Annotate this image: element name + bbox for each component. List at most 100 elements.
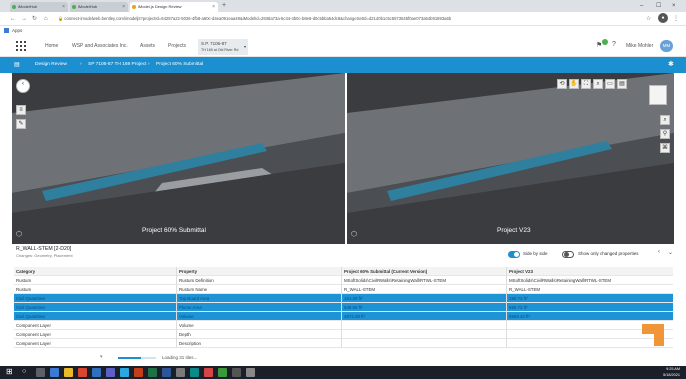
close-tab-icon[interactable]: × — [212, 2, 215, 12]
table-row[interactable]: Component Layer Volume — [14, 321, 673, 330]
project-selector[interactable]: S.P. 7106-87 TH 169 at Old River Rd ▾ — [198, 39, 248, 55]
app-icon-8[interactable] — [134, 368, 143, 377]
viewport-left[interactable]: ‹ ≡ ✎ Project 60% Submittal ⬡ — [12, 73, 345, 244]
column-header-category[interactable]: Category — [16, 267, 35, 276]
table-cell-p: Depth — [179, 332, 191, 337]
minimize-icon[interactable]: – — [640, 0, 643, 12]
tool-view-icon[interactable]: ▤ — [617, 79, 627, 89]
maximize-icon[interactable]: ☐ — [656, 0, 661, 12]
outlook-icon[interactable] — [92, 368, 101, 377]
chevron-left-icon[interactable]: ‹ — [658, 249, 660, 255]
windows-start-icon[interactable]: ⊞ — [6, 367, 13, 376]
menu-icon[interactable]: ⋮ — [673, 14, 679, 24]
close-window-icon[interactable]: × — [672, 0, 676, 12]
new-tab-icon[interactable]: + — [222, 0, 226, 12]
column-divider[interactable] — [506, 267, 507, 348]
side-by-side-toggle[interactable] — [508, 251, 520, 258]
tool-pan-icon[interactable]: ✋ — [569, 79, 579, 89]
chevron-down-icon[interactable]: ⌄ — [668, 249, 673, 256]
column-header-v23[interactable]: Project V23 — [509, 267, 533, 276]
model-render-right — [347, 73, 674, 244]
column-divider[interactable] — [341, 267, 342, 348]
settings-icon[interactable]: ✱ — [668, 57, 674, 73]
comparison-panel: R_WALL-STEM [2-D20] Changes: Geometry, P… — [0, 244, 686, 366]
table-row[interactable]: Civil Quantities Volume 4874.28 ft³ 6559.42… — [14, 312, 673, 321]
chrome-icon[interactable] — [78, 368, 87, 377]
url-field[interactable]: 🔒 connect-imodelweb.bentley.com/imodeljs… — [58, 14, 633, 24]
app-icon-13[interactable] — [204, 368, 213, 377]
notification-badge — [602, 39, 608, 45]
tool-fit-icon[interactable]: ⛶ — [581, 79, 591, 89]
table-row[interactable]: Component Layer Description — [14, 339, 673, 348]
profile-icon[interactable]: ● — [658, 13, 668, 23]
task-view-icon[interactable] — [36, 368, 45, 377]
star-icon[interactable]: ☆ — [646, 14, 651, 24]
camera-icon[interactable]: ⌘ — [660, 143, 670, 153]
browser-tab-3[interactable]: iModel.js Design Review × — [130, 2, 218, 12]
table-row[interactable]: Civil Quantities Plume Area 549.59 ft² 690.… — [14, 303, 673, 312]
back-icon[interactable]: ‹ — [16, 79, 30, 93]
breadcrumb-project[interactable]: SP 7106-87 TH 169 Project — [88, 57, 147, 73]
app-icon-15[interactable] — [232, 368, 241, 377]
walk-icon[interactable]: ⚲ — [660, 129, 670, 139]
column-header-property[interactable]: Property — [179, 267, 197, 276]
app-icon-7[interactable] — [120, 368, 129, 377]
layers-icon[interactable]: ≡ — [16, 105, 26, 115]
table-cell-p: Rustum Name — [179, 287, 208, 292]
measure-icon[interactable]: ✎ — [16, 119, 26, 129]
app-icon-16[interactable] — [246, 368, 255, 377]
column-header-current[interactable]: Project 60% Submittal (Current Version) — [344, 267, 427, 276]
app-icon-11[interactable] — [176, 368, 185, 377]
app-launcher-icon[interactable] — [16, 41, 26, 51]
word-icon[interactable] — [162, 368, 171, 377]
browser-tab-2[interactable]: iModelHub × — [70, 2, 128, 12]
tool-rotate-icon[interactable]: ⟲ — [557, 79, 567, 89]
panel-subtitle: Changes: Geometry, Placement — [16, 253, 73, 258]
panel-title: R_WALL-STEM [2-D20] — [16, 246, 72, 252]
app-icon-14[interactable] — [218, 368, 227, 377]
tool-window-icon[interactable]: ▭ — [605, 79, 615, 89]
nav-assets[interactable]: Assets — [140, 35, 155, 57]
browser-tab-1[interactable]: iModelHub × — [10, 2, 68, 12]
table-cell-c: Component Layer — [16, 323, 51, 328]
search-icon[interactable]: ⌕ — [660, 115, 670, 125]
table-row[interactable]: Civil Quantities Top Board Area 151.29 ft²… — [14, 294, 673, 303]
bookmark-apps[interactable]: Apps — [12, 28, 22, 33]
table-cell-c: Rustum — [16, 287, 32, 292]
tab-favicon-icon — [72, 5, 76, 9]
column-divider[interactable] — [176, 267, 177, 348]
file-explorer-icon[interactable] — [64, 368, 73, 377]
collapse-icon[interactable]: ▾ — [100, 354, 108, 362]
table-row[interactable]: Component Layer Depth — [14, 330, 673, 339]
avatar[interactable]: MM — [660, 40, 673, 52]
toggle-panel-icon[interactable]: ▤ — [14, 57, 20, 73]
forward-icon[interactable]: → — [21, 14, 27, 24]
edge-icon[interactable] — [50, 368, 59, 377]
nav-company[interactable]: WSP and Associates Inc. — [72, 35, 128, 57]
table-row[interactable]: Rustum Rustum Definition MSoftSolids\Civil… — [14, 276, 673, 285]
nav-home[interactable]: Home — [45, 35, 58, 57]
help-icon[interactable]: ? — [612, 41, 616, 48]
close-tab-icon[interactable]: × — [122, 2, 125, 12]
close-tab-icon[interactable]: × — [62, 2, 65, 12]
back-icon[interactable]: ← — [10, 14, 16, 24]
view-cube-icon[interactable] — [649, 85, 667, 105]
nav-projects[interactable]: Projects — [168, 35, 186, 57]
breadcrumb-separator: › — [80, 62, 82, 67]
reload-icon[interactable]: ↻ — [32, 14, 37, 24]
teams-icon[interactable] — [106, 368, 115, 377]
search-icon[interactable]: ○ — [22, 368, 26, 375]
table-row[interactable]: Rustum Rustum Name R_WALL-STEM R_WALL-STEM — [14, 285, 673, 294]
clock[interactable]: 9:25 AM 5/18/2021 — [652, 366, 680, 378]
user-name[interactable]: Mike Mohler — [626, 35, 653, 57]
table-header: Category Property Project 60% Submittal … — [14, 267, 673, 276]
viewport-right[interactable]: ⟲ ✋ ⛶ ⌕ ▭ ▤ ⌕ ⚲ ⌘ Project V23 ⬡ — [347, 73, 674, 244]
excel-icon[interactable] — [148, 368, 157, 377]
tool-zoom-icon[interactable]: ⌕ — [593, 79, 603, 89]
show-changed-toggle[interactable] — [562, 251, 574, 258]
home-icon[interactable]: ⌂ — [44, 14, 48, 24]
breadcrumb-design-review[interactable]: Design Review — [35, 57, 67, 73]
app-icon-12[interactable] — [190, 368, 199, 377]
wsp-logo — [642, 324, 664, 346]
breadcrumb: ▤ Design Review › SP 7106-87 TH 169 Proj… — [0, 57, 686, 73]
